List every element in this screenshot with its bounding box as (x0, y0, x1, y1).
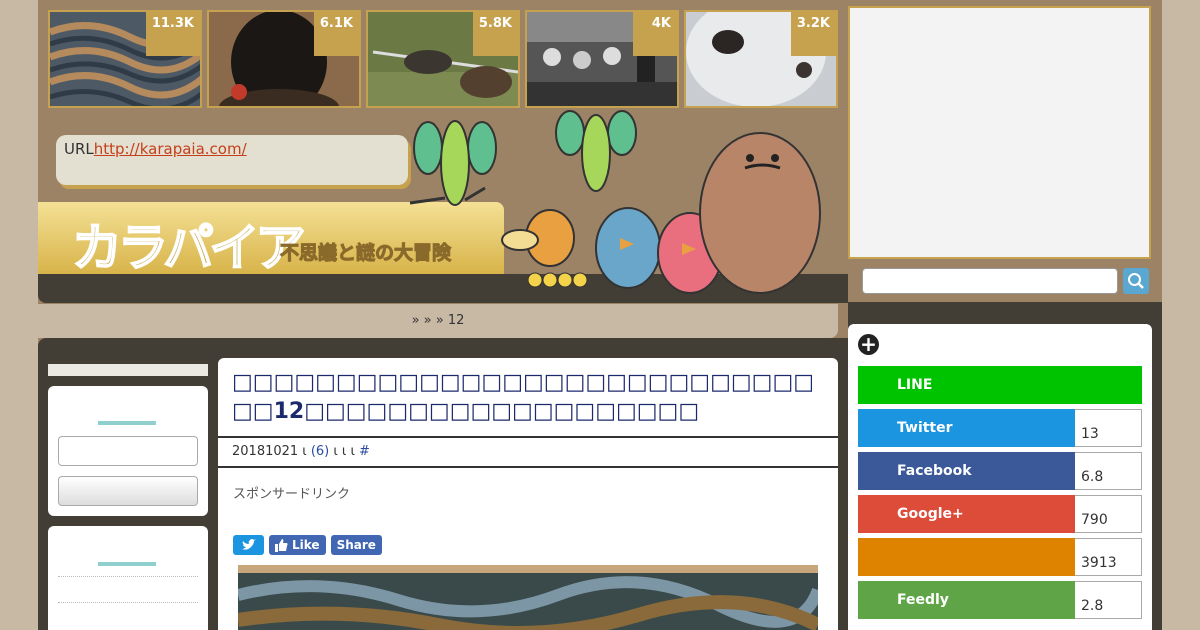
share-count: 13 (1075, 409, 1142, 447)
butterfly-mascot-center-icon (555, 110, 637, 192)
share-twitter[interactable]: Twitter 13 (858, 409, 1142, 447)
list-divider (58, 602, 198, 603)
left-sidebar-list-box (48, 526, 208, 630)
thumbnail-1[interactable]: 11.3K (48, 10, 202, 108)
sponsored-link-label: スポンサードリンク (233, 487, 351, 502)
share-facebook[interactable]: Facebook 6.8 (858, 452, 1142, 490)
view-count-badge: 4K (633, 12, 677, 56)
share-label: Facebook (858, 452, 1075, 490)
search-area (848, 262, 1151, 302)
share-count: 3913 (1075, 538, 1142, 576)
view-count-badge: 6.1K (313, 12, 359, 56)
search-button[interactable] (1123, 268, 1149, 294)
meta-separators: ι ι ι (329, 444, 359, 459)
section-divider (98, 421, 156, 425)
share-label: Share (336, 538, 376, 552)
article-card: □□□□□□□□□□□□□□□□□□□□□□□□□□□□□□12□□□□□□□□… (218, 358, 838, 630)
ad-banner[interactable] (848, 6, 1151, 259)
social-share-panel: + LINE Twitter 13 Facebook 6.8 Google+ 7… (848, 324, 1152, 630)
chicks-icon (527, 272, 588, 288)
article-meta: 20181021 ι (6) ι ι ι # (218, 438, 838, 468)
share-label: Feedly (858, 581, 1075, 619)
aerial-river-image (238, 565, 818, 630)
list-divider (58, 576, 198, 577)
thumbs-up-icon (275, 538, 288, 552)
blue-bird-mascot-icon (595, 207, 661, 289)
view-count-badge: 11.3K (145, 12, 200, 56)
share-label (858, 538, 1075, 576)
search-icon (1128, 273, 1144, 289)
share-count: 6.8 (1075, 452, 1142, 490)
left-sidebar-header (48, 364, 208, 376)
share-label: Google+ (858, 495, 1075, 533)
twitter-bird-icon (241, 539, 256, 550)
share-label: Twitter (858, 409, 1075, 447)
share-count: 2.8 (1075, 581, 1142, 619)
share-count: 790 (1075, 495, 1142, 533)
thumbnail-3[interactable]: 5.8K (366, 10, 520, 108)
like-label: Like (292, 538, 320, 552)
view-count-badge: 5.8K (472, 12, 518, 56)
share-bookmark[interactable]: 3913 (858, 538, 1142, 576)
article-title[interactable]: □□□□□□□□□□□□□□□□□□□□□□□□□□□□□□12□□□□□□□□… (218, 358, 838, 438)
thumbnail-2[interactable]: 6.1K (207, 10, 361, 108)
share-feedly[interactable]: Feedly 2.8 (858, 581, 1142, 619)
popular-thumbnails: 11.3K 6.1K 5.8K 4K 3.2K (48, 10, 838, 108)
expand-plus-icon[interactable]: + (858, 334, 879, 355)
facebook-share-button[interactable]: Share (330, 535, 382, 555)
share-google-plus[interactable]: Google+ 790 (858, 495, 1142, 533)
sidebar-search-button[interactable] (58, 476, 198, 506)
url-label: URL (64, 140, 94, 158)
url-box: URLhttp://karapaia.com/ (56, 135, 408, 185)
view-count-badge: 3.2K (790, 12, 836, 56)
butterfly-mascot-left-icon (409, 120, 497, 206)
left-sidebar-search-box (48, 386, 208, 516)
article-main-image[interactable] (238, 565, 818, 630)
facebook-like-button[interactable]: Like (269, 535, 326, 555)
sidebar-search-input[interactable] (58, 436, 198, 466)
thumbnail-4[interactable]: 4K (525, 10, 679, 108)
post-date: 20181021 ι (232, 444, 311, 459)
share-line[interactable]: LINE (858, 366, 1142, 404)
duck-mascot-icon (501, 209, 575, 267)
comment-count-link[interactable]: (6) (311, 444, 329, 459)
brown-blob-mascot-icon (699, 132, 821, 294)
site-url-link[interactable]: http://karapaia.com/ (94, 140, 247, 158)
section-divider (98, 562, 156, 566)
mascot-illustration (409, 110, 821, 294)
logo-text: カラパイア (71, 217, 306, 278)
thumbnail-5[interactable]: 3.2K (684, 10, 838, 108)
search-input[interactable] (862, 268, 1118, 294)
hashtag-link[interactable]: # (359, 444, 370, 459)
tweet-button[interactable] (233, 535, 264, 555)
breadcrumb[interactable]: » » » 12 (38, 304, 838, 338)
share-label: LINE (858, 366, 1142, 404)
share-buttons: Like Share (233, 535, 382, 555)
